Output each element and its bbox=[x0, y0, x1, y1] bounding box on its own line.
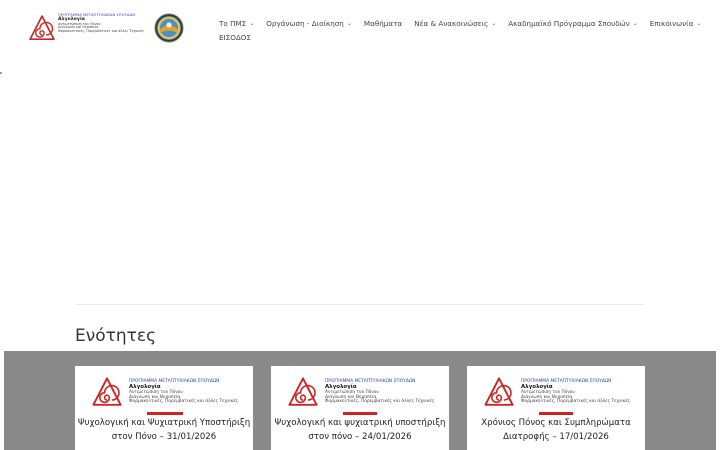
card-logo-text: ΠΡΟΓΡΑΜΜΑ ΜΕΤΑΠΤΥΧΙΑΚΩΝ ΣΠΟΥΔΩΝ Αλγολογί… bbox=[129, 376, 238, 405]
card-logo: ΠΡΟΓΡΑΜΜΑ ΜΕΤΑΠΤΥΧΙΑΚΩΝ ΣΠΟΥΔΩΝ Αλγολογί… bbox=[483, 376, 633, 410]
card-title-line-1: Ψυχολογική και ψυχιατρική υποστήριξη bbox=[274, 418, 446, 428]
nav-login-link[interactable]: ΕΙΣΟΔΟΣ bbox=[219, 33, 251, 42]
chevron-down-icon: ⌄ bbox=[696, 19, 702, 27]
chevron-down-icon: ⌄ bbox=[249, 19, 255, 27]
nav-item-label: Νέα & Ανακοινώσεις bbox=[414, 18, 489, 28]
nav-item-label: Μαθήματα bbox=[363, 18, 403, 28]
card-logo-line-5: Φαρμακευτικές, Παρεμβατικές και άλλες Τε… bbox=[325, 399, 435, 405]
card-title[interactable]: Ψυχολογική και ψυχιατρική υποστήριξη στο… bbox=[271, 417, 449, 444]
site-header: ΠΡΟΓΡΑΜΜΑ ΜΕΤΑΠΤΥΧΙΑΚΩΝ ΣΠΟΥΔΩΝ Αλγολογί… bbox=[0, 0, 720, 60]
nav-item-label: Επικοινωνία bbox=[649, 18, 694, 28]
nav-row-1: Το ΠΜΣ ⌄ Οργάνωση - Διοίκηση ⌄ Μαθήματα Νέ… bbox=[219, 16, 701, 30]
card-title-line-2: Διατροφής – 17/01/2026 bbox=[503, 431, 609, 442]
title-highlight-mark bbox=[343, 412, 377, 415]
logo-text: ΠΡΟΓΡΑΜΜΑ ΜΕΤΑΠΤΥΧΙΑΚΩΝ ΣΠΟΥΔΩΝ Αλγολογί… bbox=[58, 13, 145, 33]
card-title[interactable]: Ψυχολογική και Ψυχιατρική Υποστήριξη στο… bbox=[75, 417, 253, 444]
nav-item-label: Το ΠΜΣ bbox=[219, 18, 247, 28]
spiral-triangle-logo-icon bbox=[29, 15, 55, 41]
nav-row-2: ΕΙΣΟΔΟΣ bbox=[219, 30, 689, 44]
card-logo-line-5: Φαρμακευτικές, Παρεμβατικές και άλλες Τε… bbox=[129, 399, 239, 405]
nav-item-news[interactable]: Νέα & Ανακοινώσεις ⌄ bbox=[414, 19, 496, 28]
card-title-line-1: Χρόνιος Πόνος και Συμπληρώματα bbox=[481, 418, 631, 428]
card-logo-text: ΠΡΟΓΡΑΜΜΑ ΜΕΤΑΠΤΥΧΙΑΚΩΝ ΣΠΟΥΔΩΝ Αλγολογί… bbox=[325, 376, 434, 405]
university-seal-icon bbox=[154, 13, 184, 43]
post-card-2[interactable]: ΠΡΟΓΡΑΜΜΑ ΜΕΤΑΠΤΥΧΙΑΚΩΝ ΣΠΟΥΔΩΝ Αλγολογί… bbox=[271, 366, 449, 450]
nav-item-pms[interactable]: Το ΠΜΣ ⌄ bbox=[219, 19, 254, 28]
nav-item-label: Οργάνωση - Διοίκηση bbox=[266, 18, 344, 28]
title-highlight-mark bbox=[147, 412, 183, 415]
spiral-triangle-logo-icon bbox=[484, 377, 514, 406]
content-divider bbox=[75, 304, 645, 305]
title-highlight-mark bbox=[539, 412, 573, 415]
spiral-triangle-logo-icon bbox=[92, 377, 122, 406]
nav-item-contact[interactable]: Επικοινωνία ⌄ bbox=[650, 19, 702, 28]
post-card-1[interactable]: ΠΡΟΓΡΑΜΜΑ ΜΕΤΑΠΤΥΧΙΑΚΩΝ ΣΠΟΥΔΩΝ Αλγολογί… bbox=[75, 366, 253, 450]
card-logo-text: ΠΡΟΓΡΑΜΜΑ ΜΕΤΑΠΤΥΧΙΑΚΩΝ ΣΠΟΥΔΩΝ Αλγολογί… bbox=[521, 376, 630, 405]
post-card-3[interactable]: ΠΡΟΓΡΑΜΜΑ ΜΕΤΑΠΤΥΧΙΑΚΩΝ ΣΠΟΥΔΩΝ Αλγολογί… bbox=[467, 366, 645, 450]
card-logo-line-5: Φαρμακευτικές, Παρεμβατικές και άλλες Τε… bbox=[521, 399, 631, 405]
section-title: Ενότητες bbox=[75, 326, 157, 346]
chevron-down-icon: ⌄ bbox=[491, 19, 497, 27]
chevron-down-icon: ⌄ bbox=[346, 19, 352, 27]
nav-login-label: ΕΙΣΟΔΟΣ bbox=[219, 32, 251, 42]
nav-item-organization[interactable]: Οργάνωση - Διοίκηση ⌄ bbox=[266, 19, 352, 28]
card-logo: ΠΡΟΓΡΑΜΜΑ ΜΕΤΑΠΤΥΧΙΑΚΩΝ ΣΠΟΥΔΩΝ Αλγολογί… bbox=[287, 376, 437, 410]
spiral-triangle-logo-icon bbox=[288, 377, 318, 406]
card-title-line-1: Ψυχολογική και Ψυχιατρική Υποστήριξη bbox=[77, 418, 251, 428]
card-title[interactable]: Χρόνιος Πόνος και Συμπληρώματα Διατροφής… bbox=[467, 417, 645, 444]
card-logo: ΠΡΟΓΡΑΜΜΑ ΜΕΤΑΠΤΥΧΙΑΚΩΝ ΣΠΟΥΔΩΝ Αλγολογί… bbox=[91, 376, 241, 410]
logo-line-5: Φαρμακευτικές, Παρεμβατικές και άλλες Τε… bbox=[58, 28, 145, 33]
main-nav: Το ΠΜΣ ⌄ Οργάνωση - Διοίκηση ⌄ Μαθήματα Νέ… bbox=[219, 16, 701, 44]
chevron-down-icon: ⌄ bbox=[632, 19, 638, 27]
nav-item-courses[interactable]: Μαθήματα bbox=[364, 19, 402, 28]
card-title-line-2: στον πόνο – 24/01/2026 bbox=[308, 431, 412, 442]
site-logo[interactable]: ΠΡΟΓΡΑΜΜΑ ΜΕΤΑΠΤΥΧΙΑΚΩΝ ΣΠΟΥΔΩΝ Αλγολογί… bbox=[28, 13, 148, 44]
left-edge-marker bbox=[0, 72, 2, 74]
nav-item-academic-program[interactable]: Ακαδημαϊκό Πρόγραμμα Σπουδών ⌄ bbox=[508, 19, 637, 28]
nav-item-label: Ακαδημαϊκό Πρόγραμμα Σπουδών bbox=[508, 18, 630, 28]
card-title-line-2: στον Πόνο – 31/01/2026 bbox=[111, 431, 217, 442]
